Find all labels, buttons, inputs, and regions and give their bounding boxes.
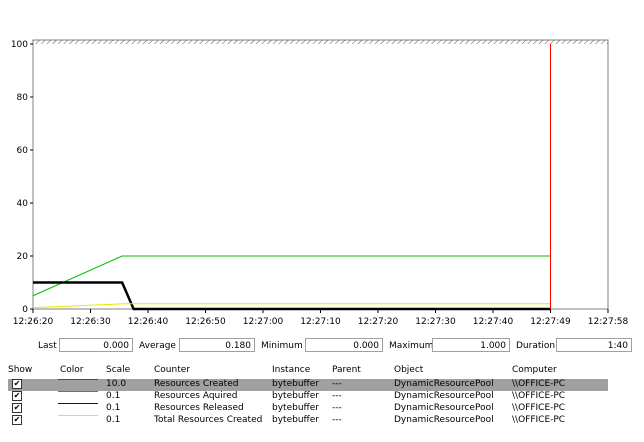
x-tick-label: 12:27:40 — [473, 317, 514, 327]
last-value: 0.000 — [59, 338, 133, 352]
top-hatch-band — [33, 40, 608, 44]
object-name: DynamicResourcePool — [394, 391, 494, 401]
perf-chart: 100 80 60 40 20 0 12:26:20 12:26:30 12:26:40 12:… — [11, 39, 629, 327]
scale-value: 10.0 — [106, 379, 127, 389]
legend-row[interactable]: ✔ 10.0 Resources Created bytebuffer --- Dynam… — [8, 379, 608, 391]
x-tick-label: 12:27:49 — [530, 317, 571, 327]
color-swatch — [58, 391, 98, 392]
header-scale[interactable]: Scale — [106, 365, 130, 375]
y-tick-label: 0 — [22, 305, 28, 315]
instance-name: bytebuffer — [272, 379, 319, 389]
header-instance[interactable]: Instance — [272, 365, 310, 375]
color-swatch — [58, 403, 98, 404]
x-tick-label: 12:26:50 — [185, 317, 226, 327]
counter-name: Resources Aquired — [154, 391, 238, 401]
instance-name: bytebuffer — [272, 391, 319, 401]
show-checkbox[interactable]: ✔ — [12, 379, 22, 389]
last-label: Last — [38, 341, 57, 351]
scale-value: 0.1 — [106, 391, 121, 401]
y-tick-label: 80 — [17, 93, 29, 103]
parent-name: --- — [332, 415, 342, 425]
plot-frame — [32, 39, 609, 310]
minimum-value: 0.000 — [305, 338, 383, 352]
x-tick-label: 12:27:20 — [358, 317, 399, 327]
x-tick-label: 12:26:20 — [13, 317, 54, 327]
maximum-label: Maximum — [389, 341, 434, 351]
duration-value: 1:40 — [556, 338, 632, 352]
parent-name: --- — [332, 403, 342, 413]
x-tick-label: 12:26:30 — [70, 317, 111, 327]
stats-bar: Last 0.000 Average 0.180 Minimum 0.000 M… — [0, 338, 644, 356]
show-checkbox[interactable]: ✔ — [12, 391, 22, 401]
x-tick-label: 12:27:30 — [415, 317, 456, 327]
object-name: DynamicResourcePool — [394, 415, 494, 425]
average-value: 0.180 — [179, 338, 255, 352]
parent-name: --- — [332, 379, 342, 389]
legend-row[interactable]: ✔ 0.1 Resources Aquired bytebuffer --- Dynami… — [8, 391, 608, 403]
computer-name: \\OFFICE-PC — [512, 403, 566, 413]
x-tick-label: 12:26:40 — [128, 317, 169, 327]
show-checkbox[interactable]: ✔ — [12, 415, 22, 425]
x-tick-label: 12:27:00 — [243, 317, 284, 327]
legend-row[interactable]: ✔ 0.1 Resources Released bytebuffer --- Dynam… — [8, 403, 608, 415]
header-object[interactable]: Object — [394, 365, 423, 375]
average-label: Average — [139, 341, 176, 351]
scale-value: 0.1 — [106, 403, 121, 413]
header-color[interactable]: Color — [60, 365, 84, 375]
maximum-value: 1.000 — [432, 338, 510, 352]
parent-name: --- — [332, 391, 342, 401]
x-tick-label: 12:27:58 — [588, 317, 629, 327]
x-tick-label: 12:27:10 — [300, 317, 341, 327]
minimum-label: Minimum — [261, 341, 303, 351]
y-tick-label: 60 — [17, 146, 29, 156]
header-counter[interactable]: Counter — [154, 365, 190, 375]
header-parent[interactable]: Parent — [332, 365, 361, 375]
y-tick-label: 40 — [17, 199, 29, 209]
counter-name: Resources Released — [154, 403, 244, 413]
instance-name: bytebuffer — [272, 415, 319, 425]
legend-header: Show Color Scale Counter Instance Parent… — [8, 364, 608, 378]
y-tick-label: 20 — [17, 252, 29, 262]
computer-name: \\OFFICE-PC — [512, 415, 566, 425]
counter-name: Resources Created — [154, 379, 239, 389]
header-show[interactable]: Show — [8, 365, 32, 375]
legend-row[interactable]: ✔ 0.1 Total Resources Created bytebuffer ---… — [8, 415, 608, 427]
color-swatch — [58, 379, 98, 380]
scale-value: 0.1 — [106, 415, 121, 425]
computer-name: \\OFFICE-PC — [512, 391, 566, 401]
y-tick-label: 100 — [11, 40, 28, 50]
computer-name: \\OFFICE-PC — [512, 379, 566, 389]
instance-name: bytebuffer — [272, 403, 319, 413]
object-name: DynamicResourcePool — [394, 403, 494, 413]
counter-name: Total Resources Created — [154, 415, 263, 425]
object-name: DynamicResourcePool — [394, 379, 494, 389]
show-checkbox[interactable]: ✔ — [12, 403, 22, 413]
header-computer[interactable]: Computer — [512, 365, 557, 375]
color-swatch — [58, 415, 98, 416]
duration-label: Duration — [516, 341, 556, 351]
